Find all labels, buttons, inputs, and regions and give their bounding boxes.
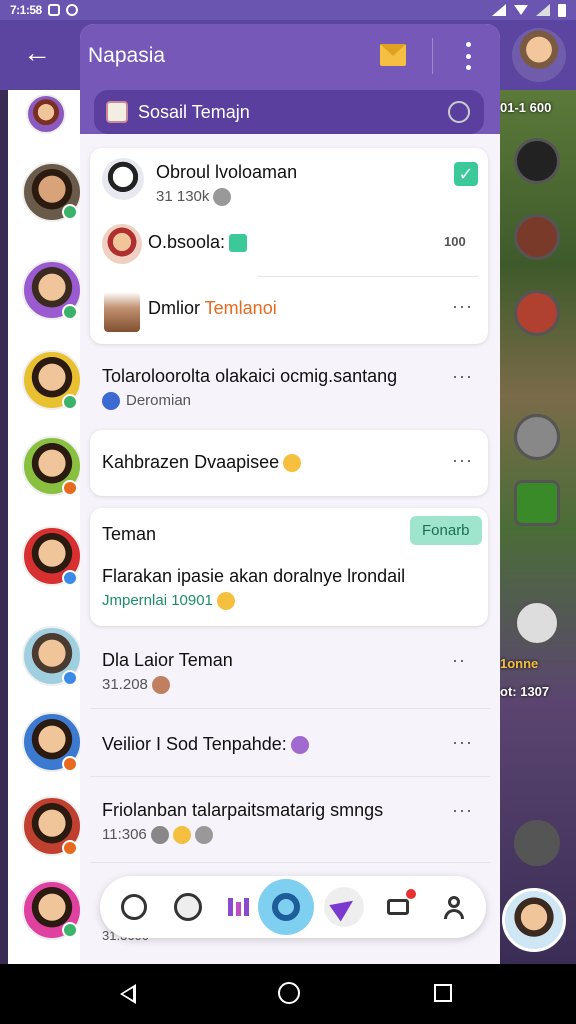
system-nav-bar bbox=[0, 964, 576, 1024]
suggestion-card: Obroul lvoloaman 31 130k ✓ O.bsoola: 100… bbox=[90, 148, 488, 344]
status-badge: Fonarb bbox=[410, 516, 482, 545]
status-time: 7:1:58 bbox=[10, 3, 42, 17]
bottom-nav bbox=[100, 876, 486, 938]
avatar[interactable] bbox=[26, 94, 66, 134]
row-title: Flarakan ipasie akan doralnye lrondail bbox=[102, 566, 406, 586]
back-arrow-icon[interactable]: ← bbox=[22, 38, 52, 68]
divider bbox=[90, 708, 490, 709]
background-edge bbox=[0, 90, 8, 964]
row-meta: 100 bbox=[444, 234, 466, 249]
row-subtitle: Jmpernlai 10901 bbox=[102, 592, 235, 611]
notification-dot bbox=[406, 889, 416, 899]
mail-icon[interactable] bbox=[380, 44, 406, 66]
send-icon bbox=[329, 892, 359, 922]
more-icon[interactable]: ··· bbox=[452, 800, 473, 821]
status-badge bbox=[62, 670, 78, 686]
row-title: Veilior I Sod Tenpahde: bbox=[102, 734, 309, 755]
divider bbox=[90, 862, 490, 863]
circle-icon bbox=[121, 894, 147, 920]
game-icon[interactable] bbox=[514, 600, 560, 646]
game-icon[interactable] bbox=[514, 414, 560, 460]
emoji-icon bbox=[174, 893, 202, 921]
nav-messages-button[interactable] bbox=[378, 887, 418, 927]
more-icon[interactable]: ··· bbox=[452, 450, 473, 471]
nav-explore-button[interactable] bbox=[168, 887, 208, 927]
strip-label-top: 01-1 600 bbox=[500, 100, 552, 115]
signal-icon-2 bbox=[536, 4, 550, 16]
row-title: Dla Laior Teman bbox=[102, 650, 233, 670]
status-badge bbox=[62, 480, 78, 496]
system-recents-icon[interactable] bbox=[434, 984, 452, 1002]
strip-label-bottom: ot: 1307 bbox=[500, 684, 550, 699]
check-icon[interactable]: ✓ bbox=[454, 162, 478, 186]
wifi-icon bbox=[514, 5, 528, 15]
nav-center-button[interactable] bbox=[258, 879, 314, 935]
divider bbox=[432, 38, 433, 74]
row-subtitle: 31.208 bbox=[102, 676, 170, 695]
strip-label-mid: 1onne bbox=[500, 656, 539, 671]
row-title: Dmlior Temlanoi bbox=[148, 298, 277, 318]
online-badge bbox=[62, 304, 78, 320]
profile-avatar[interactable] bbox=[512, 28, 566, 82]
status-badge bbox=[62, 756, 78, 772]
avatar[interactable] bbox=[102, 224, 142, 264]
row-subtitle: 11:306 bbox=[102, 826, 213, 845]
avatar[interactable] bbox=[102, 158, 144, 200]
game-icon[interactable] bbox=[514, 290, 560, 336]
battery-icon bbox=[558, 3, 566, 17]
sync-icon bbox=[65, 4, 78, 16]
group-label: Sosail Temajn bbox=[138, 101, 250, 122]
message-icon bbox=[387, 899, 409, 915]
system-home-icon[interactable] bbox=[278, 982, 300, 1004]
row-title: Tolaroloorolta olakaici ocmig.santang bbox=[102, 366, 398, 386]
online-badge bbox=[62, 922, 78, 938]
group-icon bbox=[106, 101, 128, 123]
avatar[interactable] bbox=[502, 888, 566, 952]
person-icon bbox=[444, 895, 464, 919]
modal-header: Napasia Sosail Temajn bbox=[80, 24, 500, 134]
signal-icon bbox=[492, 4, 506, 16]
nav-send-button[interactable] bbox=[324, 887, 364, 927]
list-item[interactable]: Kahbrazen Dvaapisee ··· bbox=[90, 430, 488, 496]
more-icon[interactable]: ··· bbox=[452, 296, 473, 317]
game-icon[interactable] bbox=[514, 480, 560, 526]
game-icon[interactable] bbox=[514, 214, 560, 260]
notification-icon bbox=[47, 4, 60, 16]
row-title: O.bsoola: bbox=[148, 232, 248, 253]
row-title: Obroul lvoloaman bbox=[156, 162, 298, 182]
group-selector[interactable]: Sosail Temajn bbox=[94, 90, 484, 134]
row-subtitle: 31 130k bbox=[156, 188, 232, 207]
chat-modal: Napasia Sosail Temajn Obroul lvoloaman 3… bbox=[80, 24, 500, 964]
list-item[interactable]: Teman Fonarb Flarakan ipasie akan doraln… bbox=[90, 508, 488, 626]
status-badge bbox=[62, 840, 78, 856]
status-badge bbox=[62, 570, 78, 586]
row-header: Teman bbox=[102, 524, 157, 544]
row-subtitle: Deromian bbox=[102, 392, 191, 411]
item-icon bbox=[104, 292, 140, 332]
more-options-icon[interactable] bbox=[458, 42, 478, 70]
online-badge bbox=[62, 394, 78, 410]
system-back-icon[interactable] bbox=[120, 984, 136, 1004]
nav-home-button[interactable] bbox=[114, 887, 154, 927]
more-icon[interactable]: ·· bbox=[452, 650, 466, 671]
row-title: Friolanban talarpaitsmatarig smngs bbox=[102, 800, 384, 820]
modal-title: Napasia bbox=[88, 44, 166, 67]
clock-icon[interactable] bbox=[448, 101, 470, 123]
divider bbox=[90, 776, 490, 777]
game-icon[interactable] bbox=[514, 138, 560, 184]
divider bbox=[258, 276, 478, 277]
nav-profile-button[interactable] bbox=[434, 887, 474, 927]
game-icon[interactable] bbox=[514, 820, 560, 866]
target-icon bbox=[272, 893, 300, 921]
more-icon[interactable]: ··· bbox=[452, 366, 473, 387]
row-title: Kahbrazen Dvaapisee bbox=[102, 452, 302, 473]
online-badge bbox=[62, 204, 78, 220]
more-icon[interactable]: ··· bbox=[452, 732, 473, 753]
status-bar: 7:1:58 bbox=[0, 0, 576, 20]
bars-icon bbox=[227, 898, 249, 916]
nav-stats-button[interactable] bbox=[218, 887, 258, 927]
